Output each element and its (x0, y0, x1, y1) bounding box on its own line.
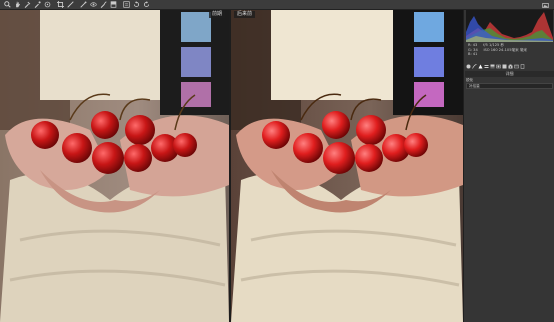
lens-corrections-tab-icon[interactable] (496, 64, 502, 70)
tone-curve-tab-icon[interactable] (472, 64, 478, 70)
rotate-left-icon[interactable] (131, 0, 141, 9)
raw-editor-window: 前期 后来前 R: 43 f/5 1/125 秒 G: 34 ISO 160 2… (0, 0, 554, 322)
panel-tab-icons (465, 63, 554, 70)
toolbar (0, 0, 554, 10)
camera-calibration-tab-icon[interactable] (508, 64, 514, 70)
basic-tab-icon[interactable] (466, 64, 472, 70)
b-label: B: (468, 52, 472, 56)
before-preview-pane[interactable]: 前期 (0, 10, 229, 322)
red-eye-icon[interactable] (88, 0, 98, 9)
effects-tab-icon[interactable] (502, 64, 508, 70)
pixel-readout: R: 43 f/5 1/125 秒 G: 34 ISO 160 24-105毫米… (466, 43, 553, 61)
adjustments-panel: R: 43 f/5 1/125 秒 G: 34 ISO 160 24-105毫米… (463, 10, 554, 322)
adjustment-brush-icon[interactable] (98, 0, 108, 9)
rotate-right-icon[interactable] (141, 0, 151, 9)
color-sampler-icon[interactable] (32, 0, 42, 9)
before-photo (0, 10, 229, 322)
b-value: 41 (472, 52, 478, 56)
hsl-tab-icon[interactable] (484, 64, 490, 70)
split-toning-tab-icon[interactable] (490, 64, 496, 70)
spot-removal-icon[interactable] (78, 0, 88, 9)
after-label: 后来前 (234, 11, 256, 18)
iso-lens-line: ISO 160 24-105毫米 毫米 (483, 47, 528, 52)
snapshots-tab-icon[interactable] (520, 64, 526, 70)
open-image-icon[interactable] (540, 1, 550, 10)
histogram (466, 10, 553, 42)
before-label: 前期 (208, 11, 225, 18)
panel-title: 详细 (465, 71, 554, 77)
crop-icon[interactable] (55, 0, 65, 9)
white-balance-icon[interactable] (22, 0, 32, 9)
graduated-filter-icon[interactable] (108, 0, 118, 9)
straighten-icon[interactable] (65, 0, 75, 9)
hand-icon[interactable] (12, 0, 22, 9)
preferences-icon[interactable] (121, 0, 131, 9)
toolbar-right (540, 0, 550, 10)
sharpening-amount-field[interactable]: 补给量 (466, 83, 553, 89)
detail-tab-icon[interactable] (478, 64, 484, 70)
zoom-icon[interactable] (2, 0, 12, 9)
after-preview-pane[interactable]: 后来前 (231, 10, 463, 322)
target-adjust-icon[interactable] (42, 0, 52, 9)
after-photo (231, 10, 463, 322)
presets-tab-icon[interactable] (514, 64, 520, 70)
